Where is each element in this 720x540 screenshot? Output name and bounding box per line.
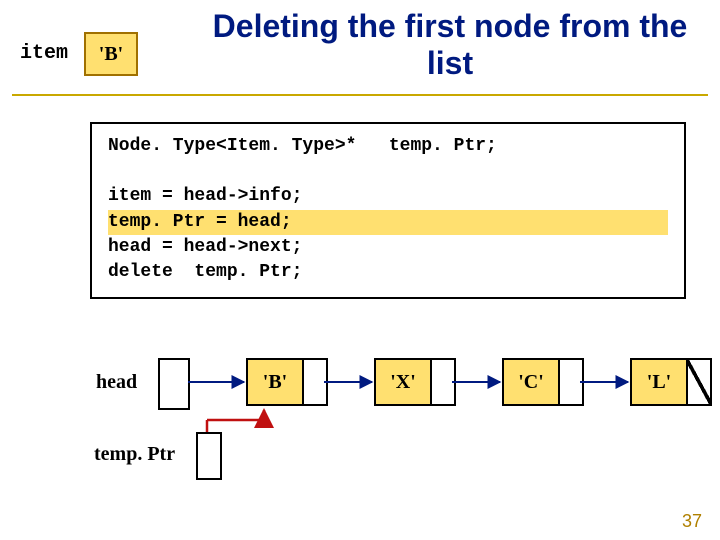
code-spacer: [108, 161, 119, 181]
node-2-info: 'C': [502, 358, 560, 406]
node-2-next: [560, 358, 584, 406]
node-1-next: [432, 358, 456, 406]
code-line-1: Node. Type<Item. Type>* temp. Ptr;: [108, 136, 497, 156]
list-node-3: 'L': [630, 358, 708, 406]
code-line-2: item = head->info;: [108, 186, 302, 206]
code-line-4: head = head->next;: [108, 237, 302, 257]
code-block: Node. Type<Item. Type>* temp. Ptr; item …: [90, 122, 686, 299]
item-value-box: 'B': [84, 32, 138, 76]
slide-number: 37: [682, 511, 702, 532]
list-node-1: 'X': [374, 358, 452, 406]
code-line-5: delete temp. Ptr;: [108, 262, 302, 282]
node-1-info: 'X': [374, 358, 432, 406]
tempptr-pointer-box: [196, 432, 222, 480]
tempptr-label: temp. Ptr: [94, 443, 175, 466]
slide-title: Deleting the first node from the list: [190, 8, 710, 82]
list-node-2: 'C': [502, 358, 580, 406]
node-0-info: 'B': [246, 358, 304, 406]
node-3-next-null: [688, 358, 712, 406]
node-0-next: [304, 358, 328, 406]
head-pointer-box: [158, 358, 190, 410]
node-3-info: 'L': [630, 358, 688, 406]
title-underline: [12, 94, 708, 96]
head-label: head: [96, 371, 137, 394]
item-label: item: [20, 42, 68, 65]
code-line-3-highlighted: temp. Ptr = head;: [108, 210, 668, 235]
list-node-0: 'B': [246, 358, 324, 406]
